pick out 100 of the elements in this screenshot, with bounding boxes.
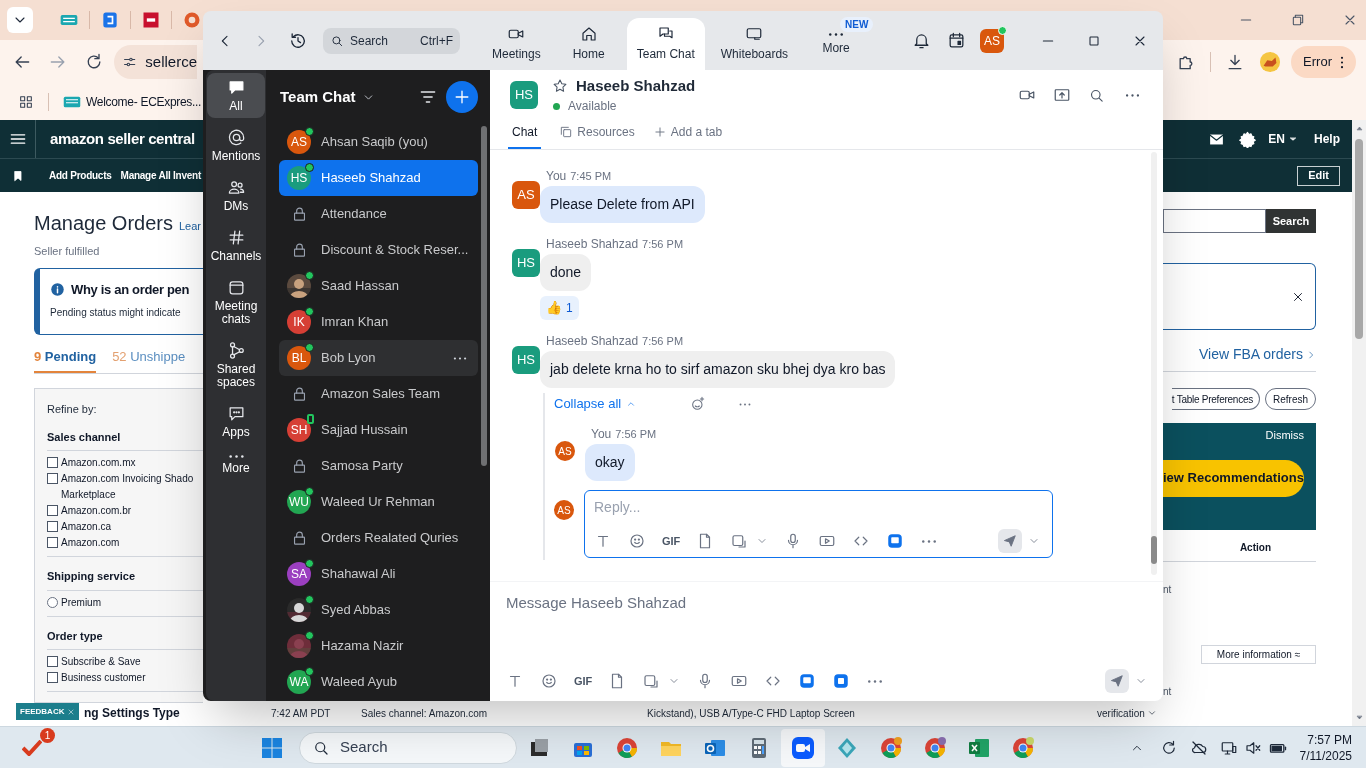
gif-button[interactable]: GIF (662, 532, 681, 550)
emoji-icon[interactable] (540, 672, 558, 690)
checkbox[interactable] (47, 473, 58, 484)
send-button[interactable] (998, 529, 1022, 553)
dismiss-link[interactable]: Dismiss (1265, 427, 1304, 444)
nav-tab[interactable]: Whiteboards (710, 18, 799, 70)
sidebar-item[interactable]: More (207, 449, 265, 480)
reply-field[interactable]: Reply... GIF (584, 490, 1053, 558)
order-tab[interactable]: 52 Unshippe (112, 346, 186, 373)
more-options-icon[interactable] (920, 538, 939, 544)
conversation-tab[interactable]: Resources (559, 123, 635, 149)
chat-list-item[interactable]: Hazama Nazir (279, 628, 478, 664)
ring-logo-icon[interactable] (1011, 735, 1035, 760)
learn-link[interactable]: Lear (178, 218, 201, 235)
collapse-all-link[interactable]: Collapse all (554, 394, 637, 414)
screenshot-icon[interactable] (730, 532, 749, 550)
check-mark-icon[interactable] (22, 739, 42, 756)
nav-tab[interactable]: Meetings (482, 18, 551, 70)
radio-button[interactable] (47, 596, 58, 608)
sidebar-item[interactable]: All (207, 73, 265, 118)
tile-icon[interactable] (141, 10, 161, 30)
bookmark-link[interactable]: Welcome- ECExpres... (63, 93, 202, 111)
app-icon[interactable] (886, 532, 905, 550)
nav-tab[interactable]: Home (556, 18, 621, 70)
help-link[interactable]: Help (1314, 130, 1340, 148)
scrollbar-thumb[interactable] (481, 126, 487, 466)
scrollbar-thumb[interactable] (1151, 536, 1157, 564)
sidebar-item[interactable]: DMs (207, 173, 265, 218)
more-options-icon[interactable] (738, 401, 753, 407)
search-button[interactable]: Search (1266, 209, 1316, 233)
chat-list-item[interactable]: SA Shahawal Ali (279, 556, 478, 592)
taskbar-search-field[interactable]: Search (299, 731, 517, 764)
chat-list-item[interactable]: Samosa Party (279, 448, 478, 484)
ring-logo-icon[interactable] (615, 735, 639, 760)
sidebar-item[interactable]: Channels (207, 223, 265, 268)
screenshot-icon[interactable] (642, 672, 661, 690)
recommendations-button[interactable]: iew Recommendations (1163, 459, 1304, 497)
chat-list-item[interactable]: Amazon Sales Team (279, 376, 478, 412)
checkbox[interactable] (47, 505, 58, 516)
chat-list-item[interactable]: Syed Abbas (279, 592, 478, 628)
start-icon[interactable] (260, 735, 284, 760)
history-icon[interactable] (288, 30, 308, 51)
address-bar[interactable]: sellerce (114, 45, 197, 79)
clock-time[interactable]: 7:57 PM (1307, 731, 1352, 748)
list-title-button[interactable]: Team Chat (280, 85, 375, 109)
star-icon[interactable] (552, 78, 568, 94)
view-fba-orders-link[interactable]: View FBA orders (1199, 344, 1316, 365)
tile-icon[interactable] (100, 10, 120, 30)
send-button[interactable] (1105, 669, 1129, 693)
add-reaction-icon[interactable] (690, 396, 707, 412)
settings-icon[interactable] (1239, 130, 1257, 148)
chat-list-item[interactable]: SH Sajjad Hussain (279, 412, 478, 448)
conversation-tab[interactable]: Add a tab (652, 123, 723, 149)
more-information-button[interactable]: More information ≈ (1201, 645, 1316, 664)
calendar-icon[interactable] (947, 31, 966, 50)
clock-date[interactable]: 7/11/2025 (1299, 747, 1352, 764)
checkbox[interactable] (47, 521, 58, 532)
chat-list-item[interactable]: WA Waleed Ayub (279, 664, 478, 700)
chat-list-item[interactable]: WU Waleed Ur Rehman (279, 484, 478, 520)
order-tab[interactable]: 9 Pending (34, 346, 97, 373)
sidebar-item[interactable]: Mentions (207, 123, 265, 168)
checkbox[interactable] (47, 656, 58, 667)
scrollbar-thumb[interactable] (1355, 139, 1363, 339)
ring-logo-icon[interactable] (923, 735, 947, 760)
more-options-icon[interactable] (866, 678, 885, 684)
more-options-icon[interactable] (452, 355, 468, 361)
edit-button[interactable]: Edit (1297, 165, 1340, 186)
nav-link[interactable]: Manage All Invent (120, 168, 201, 183)
nav-tab[interactable]: Team Chat (626, 18, 705, 70)
chat-list-item[interactable]: Attendance (279, 196, 478, 232)
bell-icon[interactable] (912, 31, 931, 50)
bookmark-icon[interactable] (12, 169, 24, 182)
status-link[interactable]: verification (1097, 705, 1157, 721)
sidebar-item[interactable]: Shared spaces (207, 336, 265, 394)
chat-list-item[interactable]: AS Ahsan Saqib (you) (279, 124, 478, 160)
chat-list-item[interactable]: Orders Realated Quries (279, 520, 478, 556)
new-chat-button[interactable] (446, 81, 478, 113)
chat-list-item[interactable]: Discount & Stock Reser... (279, 232, 478, 268)
chat-list-item[interactable]: HS Haseeb Shahzad (279, 160, 478, 196)
sidebar-item[interactable]: Meeting chats (207, 273, 265, 331)
app-icon[interactable] (798, 672, 817, 690)
conversation-tab[interactable]: Chat (508, 123, 542, 149)
feedback-button[interactable]: FEEDBACK (16, 703, 80, 720)
checkbox[interactable] (47, 457, 58, 468)
emoji-icon[interactable] (628, 532, 646, 550)
profile-icon[interactable] (1259, 51, 1282, 73)
sidebar-item[interactable]: Apps (207, 399, 265, 444)
ring-logo-icon[interactable] (879, 735, 903, 760)
message-field[interactable]: Message Haseeb Shahzad GIF (490, 581, 1163, 701)
chat-list-item[interactable]: Saad Hassan (279, 268, 478, 304)
search-field[interactable] (1163, 209, 1266, 233)
search-field[interactable]: Search Ctrl+F (323, 27, 460, 54)
scrollbar[interactable] (1352, 120, 1366, 726)
chat-list-item[interactable]: BL Bob Lyon (279, 340, 478, 376)
tile-icon[interactable] (182, 10, 202, 30)
nav-link[interactable]: Add Products (49, 168, 112, 183)
video-camera-icon[interactable] (791, 735, 815, 760)
app-icon[interactable] (832, 672, 851, 690)
chat-list-item[interactable]: IK Imran Khan (279, 304, 478, 340)
profile-avatar[interactable]: AS (980, 28, 1004, 53)
